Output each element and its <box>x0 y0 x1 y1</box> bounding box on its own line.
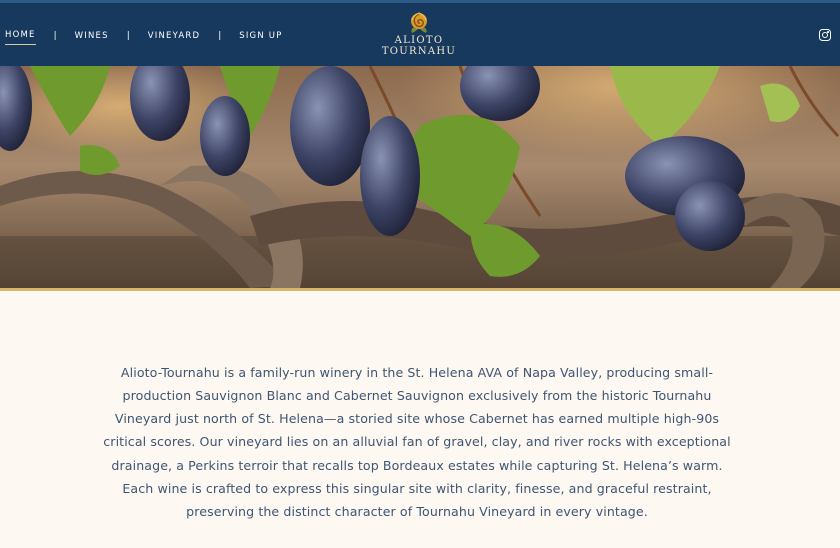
nav-signup-link[interactable]: SIGN UP <box>239 31 282 45</box>
nav-home-link[interactable]: HOME <box>5 30 36 45</box>
hero-divider <box>0 288 840 291</box>
instagram-icon[interactable] <box>819 29 831 41</box>
brand-logo[interactable]: ALIOTO TOURNAHU <box>379 9 459 57</box>
site-header: HOME | WINES | VINEYARD | SIGN UP ALIOTO… <box>0 0 840 66</box>
nav-separator: | <box>53 30 57 41</box>
nav-separator: | <box>218 30 222 41</box>
nav-wines-link[interactable]: WINES <box>75 31 109 45</box>
logo-wordmark-line1: ALIOTO <box>394 35 444 46</box>
logo-wordmark-line2: TOURNAHU <box>381 46 457 57</box>
intro-paragraph: Alioto-Tournahu is a family-run winery i… <box>103 364 731 520</box>
vineyard-grapes-photo <box>0 66 840 288</box>
main-nav: HOME | WINES | VINEYARD | SIGN UP <box>5 30 283 45</box>
hero-image <box>0 66 840 288</box>
nav-vineyard-link[interactable]: VINEYARD <box>148 31 200 45</box>
nav-separator: | <box>126 30 130 41</box>
rose-icon <box>411 12 427 33</box>
